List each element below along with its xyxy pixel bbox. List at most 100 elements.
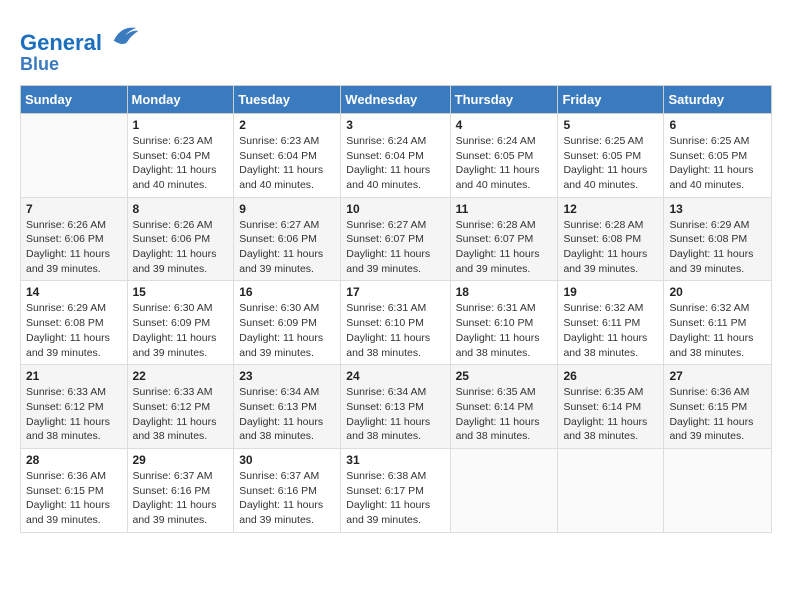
logo-text: General — [20, 20, 140, 55]
day-number: 2 — [239, 118, 335, 132]
day-number: 16 — [239, 285, 335, 299]
day-number: 9 — [239, 202, 335, 216]
calendar-cell: 29 Sunrise: 6:37 AMSunset: 6:16 PMDaylig… — [127, 448, 234, 532]
day-number: 5 — [563, 118, 658, 132]
logo-bird-icon — [110, 20, 140, 50]
weekday-header-wednesday: Wednesday — [341, 85, 450, 113]
calendar-cell — [450, 448, 558, 532]
cell-info: Sunrise: 6:37 AMSunset: 6:16 PMDaylight:… — [133, 470, 217, 526]
day-number: 10 — [346, 202, 444, 216]
calendar-cell — [21, 113, 128, 197]
calendar-week-row: 21 Sunrise: 6:33 AMSunset: 6:12 PMDaylig… — [21, 365, 772, 449]
cell-info: Sunrise: 6:29 AMSunset: 6:08 PMDaylight:… — [26, 302, 110, 358]
cell-info: Sunrise: 6:31 AMSunset: 6:10 PMDaylight:… — [346, 302, 430, 358]
calendar-cell — [664, 448, 772, 532]
calendar-cell: 30 Sunrise: 6:37 AMSunset: 6:16 PMDaylig… — [234, 448, 341, 532]
calendar-cell: 24 Sunrise: 6:34 AMSunset: 6:13 PMDaylig… — [341, 365, 450, 449]
calendar-cell: 13 Sunrise: 6:29 AMSunset: 6:08 PMDaylig… — [664, 197, 772, 281]
cell-info: Sunrise: 6:35 AMSunset: 6:14 PMDaylight:… — [563, 386, 647, 442]
logo: General Blue — [20, 20, 140, 75]
calendar-cell: 4 Sunrise: 6:24 AMSunset: 6:05 PMDayligh… — [450, 113, 558, 197]
calendar-cell: 18 Sunrise: 6:31 AMSunset: 6:10 PMDaylig… — [450, 281, 558, 365]
calendar-cell: 12 Sunrise: 6:28 AMSunset: 6:08 PMDaylig… — [558, 197, 664, 281]
calendar-cell: 23 Sunrise: 6:34 AMSunset: 6:13 PMDaylig… — [234, 365, 341, 449]
weekday-header-row: SundayMondayTuesdayWednesdayThursdayFrid… — [21, 85, 772, 113]
cell-info: Sunrise: 6:24 AMSunset: 6:04 PMDaylight:… — [346, 135, 430, 191]
calendar-cell: 3 Sunrise: 6:24 AMSunset: 6:04 PMDayligh… — [341, 113, 450, 197]
calendar-cell: 28 Sunrise: 6:36 AMSunset: 6:15 PMDaylig… — [21, 448, 128, 532]
calendar-cell: 27 Sunrise: 6:36 AMSunset: 6:15 PMDaylig… — [664, 365, 772, 449]
day-number: 20 — [669, 285, 766, 299]
day-number: 26 — [563, 369, 658, 383]
day-number: 7 — [26, 202, 122, 216]
calendar-cell: 26 Sunrise: 6:35 AMSunset: 6:14 PMDaylig… — [558, 365, 664, 449]
day-number: 1 — [133, 118, 229, 132]
cell-info: Sunrise: 6:26 AMSunset: 6:06 PMDaylight:… — [133, 219, 217, 275]
calendar-week-row: 28 Sunrise: 6:36 AMSunset: 6:15 PMDaylig… — [21, 448, 772, 532]
cell-info: Sunrise: 6:27 AMSunset: 6:07 PMDaylight:… — [346, 219, 430, 275]
day-number: 19 — [563, 285, 658, 299]
weekday-header-friday: Friday — [558, 85, 664, 113]
cell-info: Sunrise: 6:30 AMSunset: 6:09 PMDaylight:… — [133, 302, 217, 358]
calendar-cell: 2 Sunrise: 6:23 AMSunset: 6:04 PMDayligh… — [234, 113, 341, 197]
day-number: 17 — [346, 285, 444, 299]
calendar-week-row: 7 Sunrise: 6:26 AMSunset: 6:06 PMDayligh… — [21, 197, 772, 281]
day-number: 24 — [346, 369, 444, 383]
calendar-cell: 19 Sunrise: 6:32 AMSunset: 6:11 PMDaylig… — [558, 281, 664, 365]
calendar-cell: 11 Sunrise: 6:28 AMSunset: 6:07 PMDaylig… — [450, 197, 558, 281]
weekday-header-saturday: Saturday — [664, 85, 772, 113]
cell-info: Sunrise: 6:34 AMSunset: 6:13 PMDaylight:… — [239, 386, 323, 442]
calendar-cell: 15 Sunrise: 6:30 AMSunset: 6:09 PMDaylig… — [127, 281, 234, 365]
cell-info: Sunrise: 6:26 AMSunset: 6:06 PMDaylight:… — [26, 219, 110, 275]
day-number: 28 — [26, 453, 122, 467]
cell-info: Sunrise: 6:28 AMSunset: 6:08 PMDaylight:… — [563, 219, 647, 275]
calendar-cell: 9 Sunrise: 6:27 AMSunset: 6:06 PMDayligh… — [234, 197, 341, 281]
cell-info: Sunrise: 6:33 AMSunset: 6:12 PMDaylight:… — [133, 386, 217, 442]
calendar-cell: 14 Sunrise: 6:29 AMSunset: 6:08 PMDaylig… — [21, 281, 128, 365]
calendar-table: SundayMondayTuesdayWednesdayThursdayFrid… — [20, 85, 772, 533]
calendar-cell: 20 Sunrise: 6:32 AMSunset: 6:11 PMDaylig… — [664, 281, 772, 365]
cell-info: Sunrise: 6:23 AMSunset: 6:04 PMDaylight:… — [239, 135, 323, 191]
weekday-header-sunday: Sunday — [21, 85, 128, 113]
calendar-cell: 5 Sunrise: 6:25 AMSunset: 6:05 PMDayligh… — [558, 113, 664, 197]
day-number: 27 — [669, 369, 766, 383]
weekday-header-monday: Monday — [127, 85, 234, 113]
cell-info: Sunrise: 6:31 AMSunset: 6:10 PMDaylight:… — [456, 302, 540, 358]
cell-info: Sunrise: 6:37 AMSunset: 6:16 PMDaylight:… — [239, 470, 323, 526]
cell-info: Sunrise: 6:38 AMSunset: 6:17 PMDaylight:… — [346, 470, 430, 526]
calendar-week-row: 1 Sunrise: 6:23 AMSunset: 6:04 PMDayligh… — [21, 113, 772, 197]
day-number: 11 — [456, 202, 553, 216]
cell-info: Sunrise: 6:35 AMSunset: 6:14 PMDaylight:… — [456, 386, 540, 442]
calendar-cell — [558, 448, 664, 532]
cell-info: Sunrise: 6:25 AMSunset: 6:05 PMDaylight:… — [563, 135, 647, 191]
cell-info: Sunrise: 6:29 AMSunset: 6:08 PMDaylight:… — [669, 219, 753, 275]
day-number: 14 — [26, 285, 122, 299]
calendar-cell: 21 Sunrise: 6:33 AMSunset: 6:12 PMDaylig… — [21, 365, 128, 449]
cell-info: Sunrise: 6:30 AMSunset: 6:09 PMDaylight:… — [239, 302, 323, 358]
cell-info: Sunrise: 6:28 AMSunset: 6:07 PMDaylight:… — [456, 219, 540, 275]
calendar-cell: 25 Sunrise: 6:35 AMSunset: 6:14 PMDaylig… — [450, 365, 558, 449]
day-number: 21 — [26, 369, 122, 383]
cell-info: Sunrise: 6:25 AMSunset: 6:05 PMDaylight:… — [669, 135, 753, 191]
cell-info: Sunrise: 6:32 AMSunset: 6:11 PMDaylight:… — [669, 302, 753, 358]
weekday-header-tuesday: Tuesday — [234, 85, 341, 113]
day-number: 15 — [133, 285, 229, 299]
cell-info: Sunrise: 6:24 AMSunset: 6:05 PMDaylight:… — [456, 135, 540, 191]
calendar-cell: 8 Sunrise: 6:26 AMSunset: 6:06 PMDayligh… — [127, 197, 234, 281]
logo-blue: Blue — [20, 55, 140, 75]
weekday-header-thursday: Thursday — [450, 85, 558, 113]
day-number: 31 — [346, 453, 444, 467]
day-number: 12 — [563, 202, 658, 216]
cell-info: Sunrise: 6:23 AMSunset: 6:04 PMDaylight:… — [133, 135, 217, 191]
day-number: 30 — [239, 453, 335, 467]
logo-general: General — [20, 30, 102, 55]
day-number: 4 — [456, 118, 553, 132]
calendar-cell: 17 Sunrise: 6:31 AMSunset: 6:10 PMDaylig… — [341, 281, 450, 365]
calendar-cell: 7 Sunrise: 6:26 AMSunset: 6:06 PMDayligh… — [21, 197, 128, 281]
cell-info: Sunrise: 6:34 AMSunset: 6:13 PMDaylight:… — [346, 386, 430, 442]
calendar-week-row: 14 Sunrise: 6:29 AMSunset: 6:08 PMDaylig… — [21, 281, 772, 365]
calendar-cell: 6 Sunrise: 6:25 AMSunset: 6:05 PMDayligh… — [664, 113, 772, 197]
calendar-cell: 10 Sunrise: 6:27 AMSunset: 6:07 PMDaylig… — [341, 197, 450, 281]
calendar-cell: 1 Sunrise: 6:23 AMSunset: 6:04 PMDayligh… — [127, 113, 234, 197]
cell-info: Sunrise: 6:36 AMSunset: 6:15 PMDaylight:… — [26, 470, 110, 526]
